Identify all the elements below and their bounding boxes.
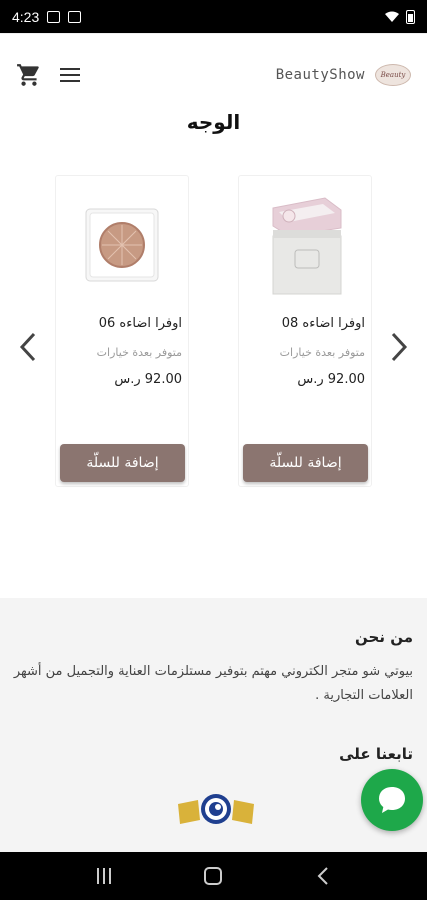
product-card[interactable]: اوفرا اضاءه 06 متوفر بعدة خيارات 92.00 ر… — [55, 175, 189, 487]
product-price: 92.00 ر.س — [114, 372, 182, 387]
footer: من نحن بيوتي شو متجر الكتروني مهتم بتوفي… — [0, 598, 427, 853]
brand-logo: Beauty — [375, 63, 411, 86]
status-bar: 4:23 — [0, 0, 427, 33]
wifi-icon — [385, 11, 399, 22]
battery-icon — [406, 9, 415, 24]
product-availability: متوفر بعدة خيارات — [96, 346, 182, 359]
product-availability: متوفر بعدة خيارات — [279, 346, 365, 359]
recents-icon[interactable] — [96, 868, 111, 884]
product-image[interactable] — [265, 188, 347, 300]
brand-name: BeautyShow — [275, 66, 365, 83]
chevron-left-icon[interactable] — [16, 330, 40, 364]
chat-button[interactable] — [361, 769, 423, 831]
product-name[interactable]: اوفرا اضاءه 08 — [282, 316, 365, 331]
brand[interactable]: BeautyShow Beauty — [275, 63, 411, 86]
cart-icon[interactable] — [16, 62, 42, 88]
follow-title: تابعنا على — [339, 745, 413, 763]
product-price: 92.00 ر.س — [297, 372, 365, 387]
back-icon[interactable] — [316, 866, 330, 886]
system-nav-bar — [0, 852, 427, 900]
chevron-right-icon[interactable] — [387, 330, 411, 364]
gallery-notification-icon — [47, 10, 61, 23]
add-to-cart-button[interactable]: إضافة للسلّة — [60, 444, 185, 482]
section-title: الوجه — [186, 110, 241, 134]
about-text: بيوتي شو متجر الكتروني مهتم بتوفير مستلز… — [13, 664, 413, 703]
add-to-cart-button[interactable]: إضافة للسلّة — [243, 444, 368, 482]
app-header: BeautyShow Beauty — [0, 33, 427, 115]
chat-bubble-icon — [379, 787, 405, 813]
product-card[interactable]: اوفرا اضاءه 08 متوفر بعدة خيارات 92.00 ر… — [238, 175, 372, 487]
product-name[interactable]: اوفرا اضاءه 06 — [99, 316, 182, 331]
home-icon[interactable] — [204, 867, 223, 885]
about-title: من نحن — [355, 628, 413, 646]
status-time: 4:23 — [12, 8, 40, 25]
app-notification-icon — [68, 10, 82, 23]
maroof-badge-icon[interactable] — [176, 790, 256, 828]
hamburger-menu-icon[interactable] — [60, 67, 80, 82]
product-image[interactable] — [82, 188, 164, 300]
